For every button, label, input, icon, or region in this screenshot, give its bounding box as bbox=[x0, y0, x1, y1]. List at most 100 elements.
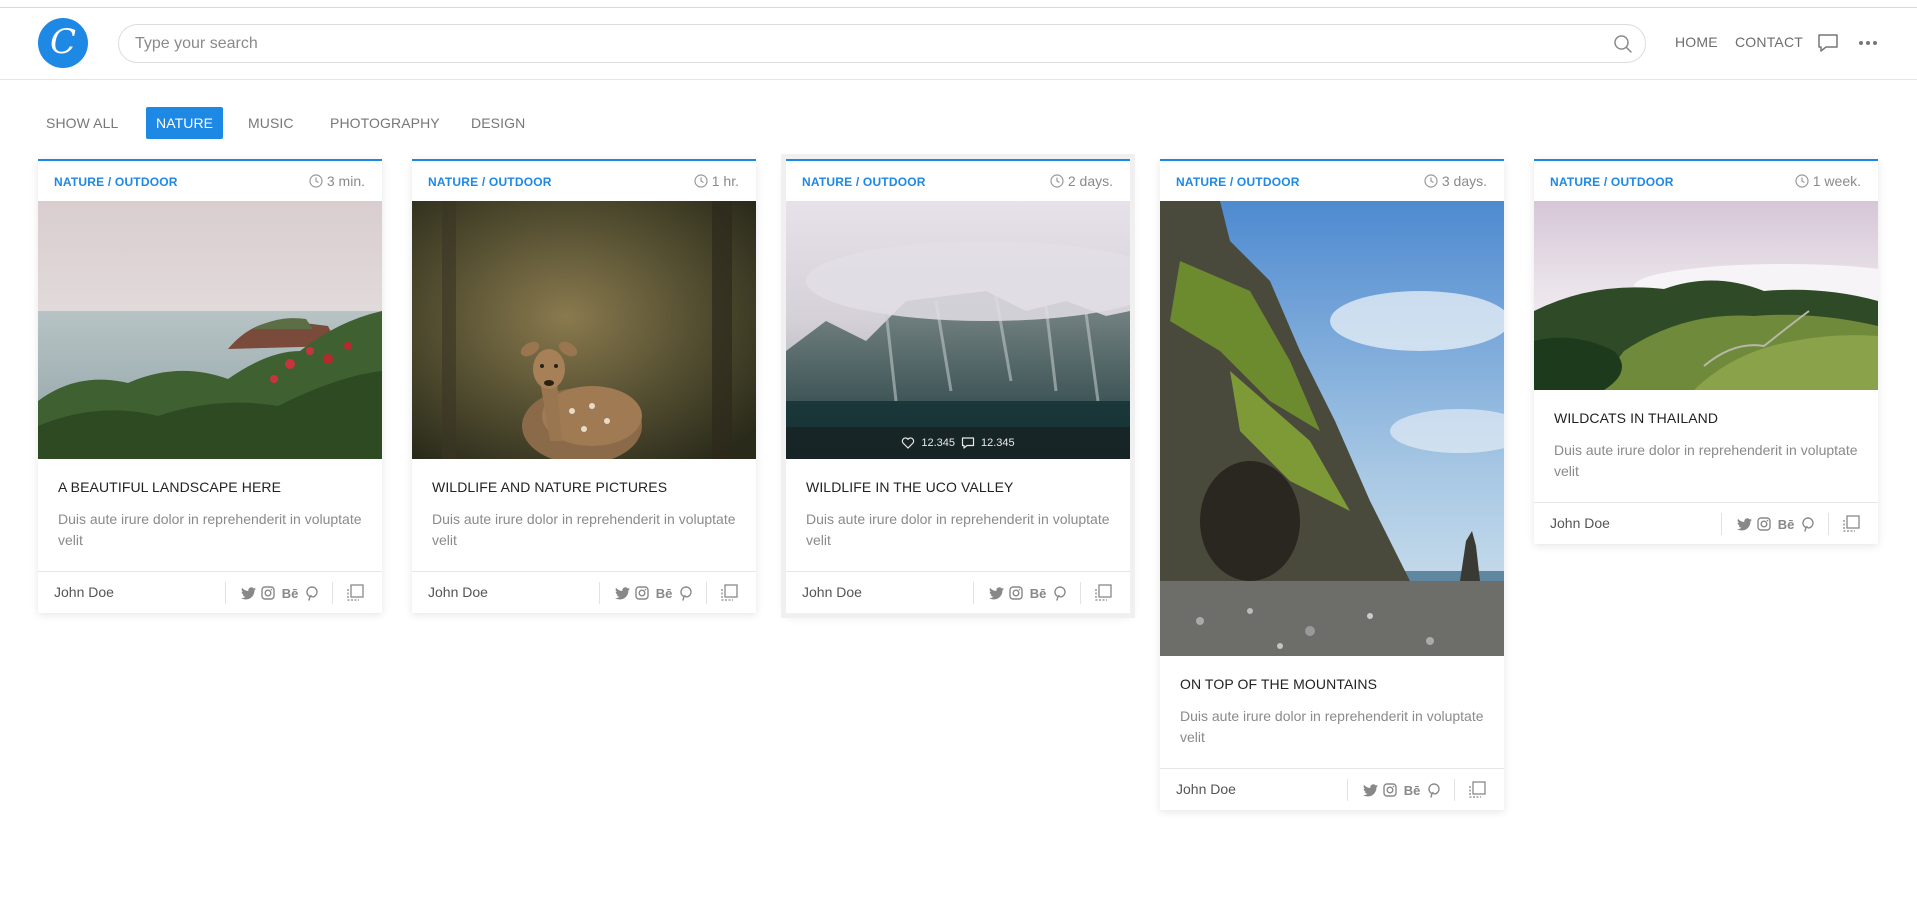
card-header: NATURE / OUTDOOR 3 min. bbox=[38, 161, 382, 201]
post-excerpt: Duis aute irure dolor in reprehenderit i… bbox=[432, 511, 736, 548]
instagram-icon[interactable] bbox=[260, 585, 276, 601]
time-label: 1 hr. bbox=[711, 173, 739, 189]
behance-icon[interactable]: Bē bbox=[654, 585, 674, 601]
post-image[interactable]: 12.345 12.345 bbox=[786, 201, 1130, 459]
filter-nature[interactable]: NATURE bbox=[146, 107, 224, 139]
divider bbox=[1454, 779, 1455, 801]
pinterest-icon[interactable] bbox=[1052, 585, 1068, 601]
divider bbox=[1828, 513, 1829, 535]
time-label: 1 week. bbox=[1812, 173, 1861, 189]
post-time: 2 days. bbox=[1050, 173, 1113, 189]
social-links: Bē bbox=[240, 585, 320, 601]
card-body: WILDLIFE IN THE UCO VALLEY Duis aute iru… bbox=[786, 459, 1130, 571]
post-image[interactable] bbox=[38, 201, 382, 459]
post-card[interactable]: NATURE / OUTDOOR 2 days. 12.345 12.345 W… bbox=[786, 159, 1130, 613]
comments-count: 12.345 bbox=[981, 437, 1015, 449]
instagram-icon[interactable] bbox=[634, 585, 650, 601]
copy-icon[interactable] bbox=[1467, 780, 1487, 800]
search-input[interactable] bbox=[135, 25, 1595, 62]
pinterest-icon[interactable] bbox=[1800, 516, 1816, 532]
behance-icon[interactable]: Bē bbox=[1028, 585, 1048, 601]
pinterest-icon[interactable] bbox=[678, 585, 694, 601]
green-hills-image bbox=[1534, 201, 1878, 390]
card-header: NATURE / OUTDOOR 1 hr. bbox=[412, 161, 756, 201]
time-label: 3 days. bbox=[1441, 173, 1487, 189]
post-time: 1 hr. bbox=[694, 173, 739, 189]
instagram-icon[interactable] bbox=[1008, 585, 1024, 601]
post-image[interactable] bbox=[412, 201, 756, 459]
card-body: WILDLIFE AND NATURE PICTURES Duis aute i… bbox=[412, 459, 756, 571]
post-time: 1 week. bbox=[1795, 173, 1861, 189]
category-link[interactable]: NATURE / OUTDOOR bbox=[1176, 175, 1300, 189]
category-link[interactable]: NATURE / OUTDOOR bbox=[428, 175, 552, 189]
time-label: 3 min. bbox=[326, 173, 365, 189]
filter-photography[interactable]: PHOTOGRAPHY bbox=[320, 107, 450, 139]
author-name[interactable]: John Doe bbox=[54, 584, 114, 600]
social-links: Bē bbox=[988, 585, 1068, 601]
social-links: Bē bbox=[1362, 782, 1442, 798]
nav-home-link[interactable]: HOME bbox=[1675, 34, 1718, 50]
author-name[interactable]: John Doe bbox=[802, 584, 862, 600]
card-footer: John Doe Bē bbox=[1534, 502, 1878, 544]
nav-contact-link[interactable]: CONTACT bbox=[1735, 34, 1803, 50]
instagram-icon[interactable] bbox=[1756, 516, 1772, 532]
post-card[interactable]: NATURE / OUTDOOR 3 min. A BEAUTIFUL LAND… bbox=[38, 159, 382, 613]
twitter-icon[interactable] bbox=[240, 585, 256, 601]
behance-icon[interactable]: Bē bbox=[1776, 516, 1796, 532]
post-title[interactable]: A BEAUTIFUL LANDSCAPE HERE bbox=[58, 479, 362, 495]
post-time: 3 days. bbox=[1424, 173, 1487, 189]
category-link[interactable]: NATURE / OUTDOOR bbox=[54, 175, 178, 189]
pinterest-icon[interactable] bbox=[1426, 782, 1442, 798]
likes-count: 12.345 bbox=[921, 437, 955, 449]
brand-logo[interactable]: C bbox=[38, 18, 88, 68]
clock-icon bbox=[309, 174, 323, 188]
post-title[interactable]: WILDCATS IN THAILAND bbox=[1554, 410, 1858, 426]
behance-icon[interactable]: Bē bbox=[1402, 782, 1422, 798]
copy-icon[interactable] bbox=[1841, 514, 1861, 534]
brand-logo-letter: C bbox=[49, 22, 76, 62]
post-title[interactable]: WILDLIFE AND NATURE PICTURES bbox=[432, 479, 736, 495]
post-card[interactable]: NATURE / OUTDOOR 3 days. ON TOP OF THE M… bbox=[1160, 159, 1504, 810]
search-icon[interactable] bbox=[1613, 34, 1633, 54]
more-icon[interactable] bbox=[1857, 32, 1879, 54]
card-body: A BEAUTIFUL LANDSCAPE HERE Duis aute iru… bbox=[38, 459, 382, 571]
author-name[interactable]: John Doe bbox=[1550, 515, 1610, 531]
twitter-icon[interactable] bbox=[988, 585, 1004, 601]
card-footer: John Doe Bē bbox=[38, 571, 382, 613]
category-link[interactable]: NATURE / OUTDOOR bbox=[1550, 175, 1674, 189]
copy-icon[interactable] bbox=[345, 583, 365, 603]
filter-show-all[interactable]: SHOW ALL bbox=[36, 107, 128, 139]
card-footer: John Doe Bē bbox=[786, 571, 1130, 613]
divider bbox=[706, 582, 707, 604]
sea-cliff-image bbox=[1160, 201, 1504, 656]
author-name[interactable]: John Doe bbox=[1176, 781, 1236, 797]
author-name[interactable]: John Doe bbox=[428, 584, 488, 600]
post-card[interactable]: NATURE / OUTDOOR 1 hr. WILDLIFE AND NATU… bbox=[412, 159, 756, 613]
comment-icon[interactable] bbox=[961, 436, 975, 450]
pinterest-icon[interactable] bbox=[304, 585, 320, 601]
divider bbox=[599, 582, 600, 604]
post-image[interactable] bbox=[1534, 201, 1878, 390]
search-bar bbox=[118, 24, 1646, 63]
misty-mountains-image bbox=[786, 201, 1130, 459]
instagram-icon[interactable] bbox=[1382, 782, 1398, 798]
card-header: NATURE / OUTDOOR 1 week. bbox=[1534, 161, 1878, 201]
card-header: NATURE / OUTDOOR 3 days. bbox=[1160, 161, 1504, 201]
clock-icon bbox=[1050, 174, 1064, 188]
divider bbox=[1347, 779, 1348, 801]
filter-music[interactable]: MUSIC bbox=[238, 107, 304, 139]
post-title[interactable]: ON TOP OF THE MOUNTAINS bbox=[1180, 676, 1484, 692]
filter-design[interactable]: DESIGN bbox=[461, 107, 535, 139]
twitter-icon[interactable] bbox=[1362, 782, 1378, 798]
post-title[interactable]: WILDLIFE IN THE UCO VALLEY bbox=[806, 479, 1110, 495]
copy-icon[interactable] bbox=[1093, 583, 1113, 603]
post-image[interactable] bbox=[1160, 201, 1504, 656]
category-link[interactable]: NATURE / OUTDOOR bbox=[802, 175, 926, 189]
twitter-icon[interactable] bbox=[1736, 516, 1752, 532]
twitter-icon[interactable] bbox=[614, 585, 630, 601]
copy-icon[interactable] bbox=[719, 583, 739, 603]
heart-icon[interactable] bbox=[901, 436, 915, 450]
chat-icon[interactable] bbox=[1817, 32, 1839, 54]
behance-icon[interactable]: Bē bbox=[280, 585, 300, 601]
post-card[interactable]: NATURE / OUTDOOR 1 week. WILDCATS IN THA… bbox=[1534, 159, 1878, 544]
